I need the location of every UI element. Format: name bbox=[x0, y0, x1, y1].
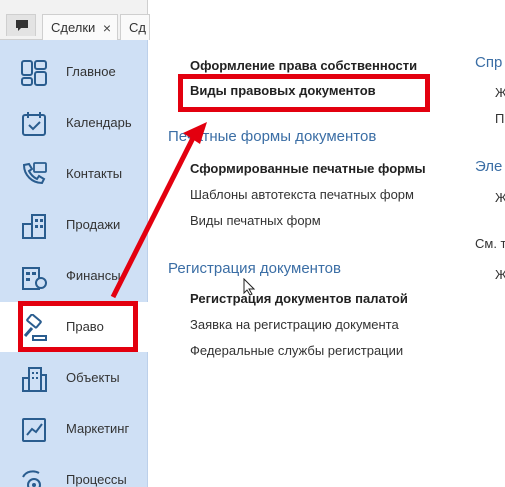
close-icon[interactable]: × bbox=[103, 15, 111, 40]
sidebar-item-label: Финансы bbox=[66, 268, 121, 283]
command-chamber-registration[interactable]: Регистрация документов палатой bbox=[190, 291, 408, 306]
tab-messages[interactable] bbox=[6, 14, 36, 36]
sidebar-item-label: Продажи bbox=[66, 217, 121, 232]
highlight-box-law bbox=[18, 301, 138, 352]
tab-deals-label: Сделки bbox=[51, 20, 96, 35]
chart-icon bbox=[22, 418, 46, 442]
right-group-title-2: Эле bbox=[475, 158, 503, 175]
right-command-4[interactable]: Ж bbox=[495, 267, 505, 282]
tab-bar: Сделки × Сд bbox=[0, 0, 150, 40]
sidebar-item-label: Главное bbox=[66, 64, 116, 79]
mouse-cursor-icon bbox=[243, 278, 256, 296]
objects-icon bbox=[22, 367, 47, 392]
sidebar-item-main[interactable]: Главное bbox=[0, 47, 148, 97]
command-autotext-templates[interactable]: Шаблоны автотекста печатных форм bbox=[190, 187, 414, 202]
command-registration-request[interactable]: Заявка на регистрацию документа bbox=[190, 317, 399, 332]
command-print-form-types[interactable]: Виды печатных форм bbox=[190, 213, 321, 228]
sidebar-item-label: Объекты bbox=[66, 370, 120, 385]
right-command-3[interactable]: Ж bbox=[495, 190, 505, 205]
sidebar-item-marketing[interactable]: Маркетинг bbox=[0, 404, 148, 454]
sidebar-item-sales[interactable]: Продажи bbox=[0, 200, 148, 250]
dashboard-icon bbox=[21, 60, 47, 86]
tab-deals[interactable]: Сделки × bbox=[42, 14, 118, 40]
sidebar-item-label: Процессы bbox=[66, 472, 127, 487]
tab-deals-2-label: Сд bbox=[129, 20, 146, 35]
right-command-2[interactable]: П bbox=[495, 111, 504, 126]
command-ownership-registration[interactable]: Оформление права собственности bbox=[190, 58, 417, 73]
highlight-box-document-types bbox=[178, 74, 430, 112]
right-group-title-1: Спр bbox=[475, 54, 503, 71]
sidebar-item-contacts[interactable]: Контакты bbox=[0, 149, 148, 199]
right-command-1[interactable]: Ж bbox=[495, 85, 505, 100]
group-title-registration: Регистрация документов bbox=[168, 260, 341, 277]
sidebar-item-label: Календарь bbox=[66, 115, 132, 130]
sidebar-item-finance[interactable]: Финансы bbox=[0, 251, 148, 301]
right-see-also: См. т bbox=[475, 236, 505, 251]
sidebar-item-label: Маркетинг bbox=[66, 421, 130, 436]
tab-deals-2[interactable]: Сд bbox=[120, 14, 150, 40]
sidebar-item-objects[interactable]: Объекты bbox=[0, 353, 148, 403]
sidebar-item-processes[interactable]: Процессы bbox=[0, 455, 148, 487]
contacts-icon bbox=[22, 162, 47, 185]
calendar-icon bbox=[22, 112, 46, 136]
sidebar-item-calendar[interactable]: Календарь bbox=[0, 98, 148, 148]
message-icon bbox=[16, 20, 28, 31]
building-icon bbox=[22, 214, 46, 239]
command-generated-print-forms[interactable]: Сформированные печатные формы bbox=[190, 161, 426, 176]
command-federal-registration-services[interactable]: Федеральные службы регистрации bbox=[190, 343, 403, 358]
sidebar: Главное Календарь Контакты Продажи Финан… bbox=[0, 40, 148, 487]
finance-icon bbox=[22, 267, 47, 290]
process-icon bbox=[22, 470, 41, 487]
sidebar-item-label: Контакты bbox=[66, 166, 123, 181]
group-title-print-forms: Печатные формы документов bbox=[168, 128, 377, 145]
